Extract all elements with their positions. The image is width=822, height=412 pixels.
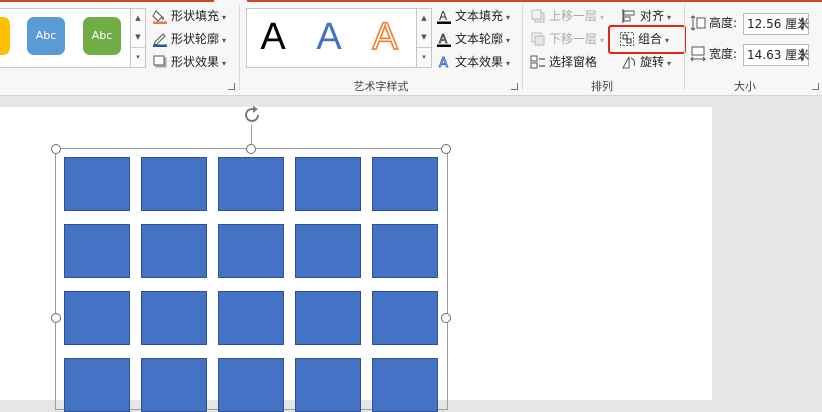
- rectangle-shape[interactable]: [64, 224, 130, 278]
- size-group-label: 大小: [734, 80, 756, 93]
- rotate-handle-icon[interactable]: [240, 103, 264, 127]
- wordart-group-label: 艺术字样式: [353, 80, 409, 93]
- width-input[interactable]: 14.63 厘米 ▲ ▼: [743, 44, 809, 66]
- spin-down-icon[interactable]: ▼: [798, 24, 806, 33]
- slide-canvas[interactable]: [0, 106, 712, 412]
- rectangle-shape[interactable]: [218, 291, 284, 345]
- rectangle-shape[interactable]: [141, 291, 207, 345]
- paint-bucket-icon: [152, 10, 167, 24]
- rectangle-shape[interactable]: [64, 157, 130, 211]
- scroll-down-icon[interactable]: ▼: [131, 28, 145, 47]
- rectangle-shape[interactable]: [372, 358, 438, 412]
- rectangle-shape[interactable]: [295, 224, 361, 278]
- rectangle-shape[interactable]: [141, 224, 207, 278]
- rectangle-shape[interactable]: [218, 157, 284, 211]
- rectangle-shape[interactable]: [141, 157, 207, 211]
- rectangle-shape[interactable]: [218, 358, 284, 412]
- rectangle-shape[interactable]: [295, 157, 361, 211]
- selection-pane-icon: [530, 55, 545, 69]
- rectangle-shape[interactable]: [372, 157, 438, 211]
- active-tab-accent-left: [0, 0, 214, 2]
- width-label: 宽度:: [709, 47, 738, 61]
- rectangle-shape[interactable]: [295, 358, 361, 412]
- height-label: 高度:: [709, 16, 738, 30]
- size-launcher-icon[interactable]: [812, 83, 819, 90]
- svg-text:A: A: [439, 9, 448, 23]
- active-tab-accent-right: [247, 0, 822, 2]
- rectangle-shape[interactable]: [372, 224, 438, 278]
- arrange-group-label: 排列: [591, 80, 613, 93]
- rectangle-shape[interactable]: [218, 224, 284, 278]
- spin-up-icon[interactable]: ▲: [798, 15, 806, 24]
- rectangle-shape[interactable]: [64, 291, 130, 345]
- shape-styles-launcher-icon[interactable]: [228, 83, 235, 90]
- scroll-up-icon[interactable]: ▲: [131, 9, 145, 28]
- shape-effects-icon: [153, 55, 167, 68]
- ribbon: Abc Abc ▲ ▼ ▾ 形状填充 ▾ 形状轮廓 ▾ 形状效果 ▾ A A A ▲: [0, 0, 822, 96]
- width-icon: [690, 46, 706, 62]
- rotate-icon: [622, 56, 636, 69]
- svg-text:A: A: [439, 32, 448, 46]
- separator: [684, 4, 685, 90]
- height-input[interactable]: 12.56 厘米 ▲ ▼: [743, 13, 809, 35]
- gallery-more-icon[interactable]: ▾: [417, 47, 431, 67]
- pencil-icon: [153, 33, 167, 47]
- rectangle-shape[interactable]: [141, 358, 207, 412]
- shape-style-thumb-3[interactable]: Abc: [83, 17, 121, 55]
- height-icon: [690, 15, 706, 31]
- resize-handle-top-right[interactable]: [441, 144, 451, 154]
- resize-handle-top[interactable]: [246, 144, 256, 154]
- spin-up-icon[interactable]: ▲: [798, 46, 806, 55]
- bring-forward-icon: [531, 9, 545, 23]
- scroll-up-icon[interactable]: ▲: [417, 9, 431, 28]
- text-effects-icon: A: [439, 56, 449, 71]
- gallery-more-icon[interactable]: ▾: [131, 47, 145, 67]
- svg-text:A: A: [439, 56, 448, 70]
- send-backward-icon: [531, 32, 545, 46]
- rectangle-shape[interactable]: [295, 291, 361, 345]
- rectangle-shape[interactable]: [372, 291, 438, 345]
- separator: [239, 4, 240, 90]
- resize-handle-right[interactable]: [441, 313, 451, 323]
- shape-style-thumb-2[interactable]: Abc: [27, 17, 65, 55]
- wordart-style-orange-outline[interactable]: A: [365, 13, 405, 61]
- spin-down-icon[interactable]: ▼: [798, 55, 806, 64]
- text-fill-icon: A: [437, 9, 451, 24]
- text-outline-icon: A: [437, 32, 451, 47]
- wordart-style-blue[interactable]: A: [309, 13, 349, 61]
- scroll-down-icon[interactable]: ▼: [417, 28, 431, 47]
- align-icon: [622, 9, 635, 23]
- wordart-launcher-icon[interactable]: [511, 83, 518, 90]
- rectangle-shape[interactable]: [64, 358, 130, 412]
- resize-handle-top-left[interactable]: [51, 144, 61, 154]
- group-button-highlight: [608, 25, 686, 54]
- shape-style-thumb-1[interactable]: [0, 17, 10, 55]
- resize-handle-left[interactable]: [51, 313, 61, 323]
- wordart-style-black[interactable]: A: [253, 13, 293, 61]
- shape-styles-scroll: ▲ ▼ ▾: [130, 8, 146, 68]
- wordart-gallery-scroll: ▲ ▼ ▾: [416, 8, 432, 68]
